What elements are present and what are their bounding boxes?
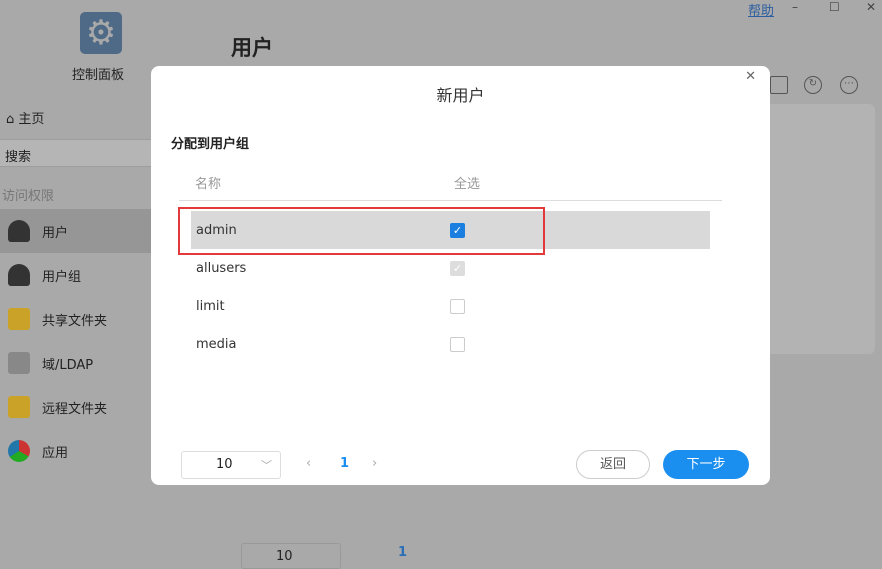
table-row[interactable]: limit — [191, 287, 710, 325]
sidebar-item-users[interactable]: 用户 — [0, 209, 151, 253]
sidebar-search-input[interactable]: 搜索 — [0, 139, 151, 167]
next-page-icon[interactable]: › — [372, 456, 377, 471]
bg-page-size-select[interactable]: 10 — [241, 543, 341, 569]
remote-folder-icon — [8, 396, 30, 418]
table-row[interactable]: media — [191, 325, 710, 363]
row-checkbox[interactable] — [450, 336, 465, 352]
help-link[interactable]: 帮助 — [748, 0, 774, 19]
highlight-box — [178, 207, 545, 255]
apps-icon — [8, 440, 30, 462]
nav-label: 共享文件夹 — [42, 313, 108, 329]
row-checkbox[interactable] — [450, 298, 465, 314]
page-size-select[interactable]: 10 ﹀ — [181, 451, 281, 479]
maximize-button[interactable]: ☐ — [829, 0, 840, 14]
bg-page-number[interactable]: 1 — [398, 545, 407, 560]
next-button[interactable]: 下一步 — [663, 450, 749, 479]
sidebar-item-ldap[interactable]: 域/LDAP — [0, 341, 151, 385]
user-icon — [8, 220, 30, 242]
page-number[interactable]: 1 — [340, 456, 349, 471]
select-all-header[interactable]: 全选 — [454, 173, 480, 192]
refresh-icon[interactable]: ↻ — [804, 76, 822, 94]
app-title: 控制面板 — [72, 68, 125, 83]
section-label: 访问权限 — [2, 189, 55, 204]
back-button[interactable]: 返回 — [576, 450, 650, 479]
ldap-icon — [8, 352, 30, 374]
sidebar-item-groups[interactable]: 用户组 — [0, 253, 151, 297]
nav-label: 用户 — [42, 225, 69, 241]
shared-folder-icon — [8, 308, 30, 330]
group-name: limit — [196, 298, 225, 314]
close-icon[interactable]: ✕ — [745, 69, 756, 84]
minimize-button[interactable]: – — [792, 0, 798, 14]
sidebar-item-shared-folders[interactable]: 共享文件夹 — [0, 297, 151, 341]
nav-label: 域/LDAP — [42, 357, 94, 373]
group-section-label: 分配到用户组 — [171, 137, 250, 152]
sidebar-home[interactable]: ⌂ 主页 — [6, 108, 44, 127]
more-icon[interactable]: ⋯ — [840, 76, 858, 94]
sidebar-item-apps[interactable]: 应用 — [0, 429, 151, 473]
nav-label: 远程文件夹 — [42, 401, 108, 417]
control-panel-gear-icon: ⚙ — [80, 12, 122, 54]
chevron-down-icon: ﹀ — [261, 459, 272, 472]
page-size-value: 10 — [216, 457, 233, 472]
group-icon — [8, 264, 30, 286]
dialog-title: 新用户 — [436, 86, 485, 105]
home-icon: ⌂ — [6, 112, 15, 127]
header-divider — [179, 200, 722, 201]
prev-page-icon[interactable]: ‹ — [306, 456, 311, 471]
background-card — [760, 104, 875, 354]
group-name: media — [196, 336, 237, 352]
nav-label: 用户组 — [42, 269, 82, 285]
col-name-header: 名称 — [195, 177, 222, 192]
new-user-dialog: 新用户 ✕ 分配到用户组 名称 全选 admin ✓ allusers ✓ limi… — [151, 66, 770, 485]
sidebar-item-remote-folders[interactable]: 远程文件夹 — [0, 385, 151, 429]
row-checkbox: ✓ — [450, 260, 465, 276]
home-label: 主页 — [18, 112, 45, 127]
close-window-button[interactable]: ✕ — [866, 0, 876, 14]
nav-label: 应用 — [42, 445, 69, 461]
delete-icon[interactable] — [770, 76, 788, 94]
sidebar: ⚙ 控制面板 ⌂ 主页 搜索 访问权限 用户 用户组 共享文件夹 域/LDAP … — [0, 0, 151, 565]
group-name: allusers — [196, 260, 247, 276]
page-title: 用户 — [231, 36, 273, 60]
